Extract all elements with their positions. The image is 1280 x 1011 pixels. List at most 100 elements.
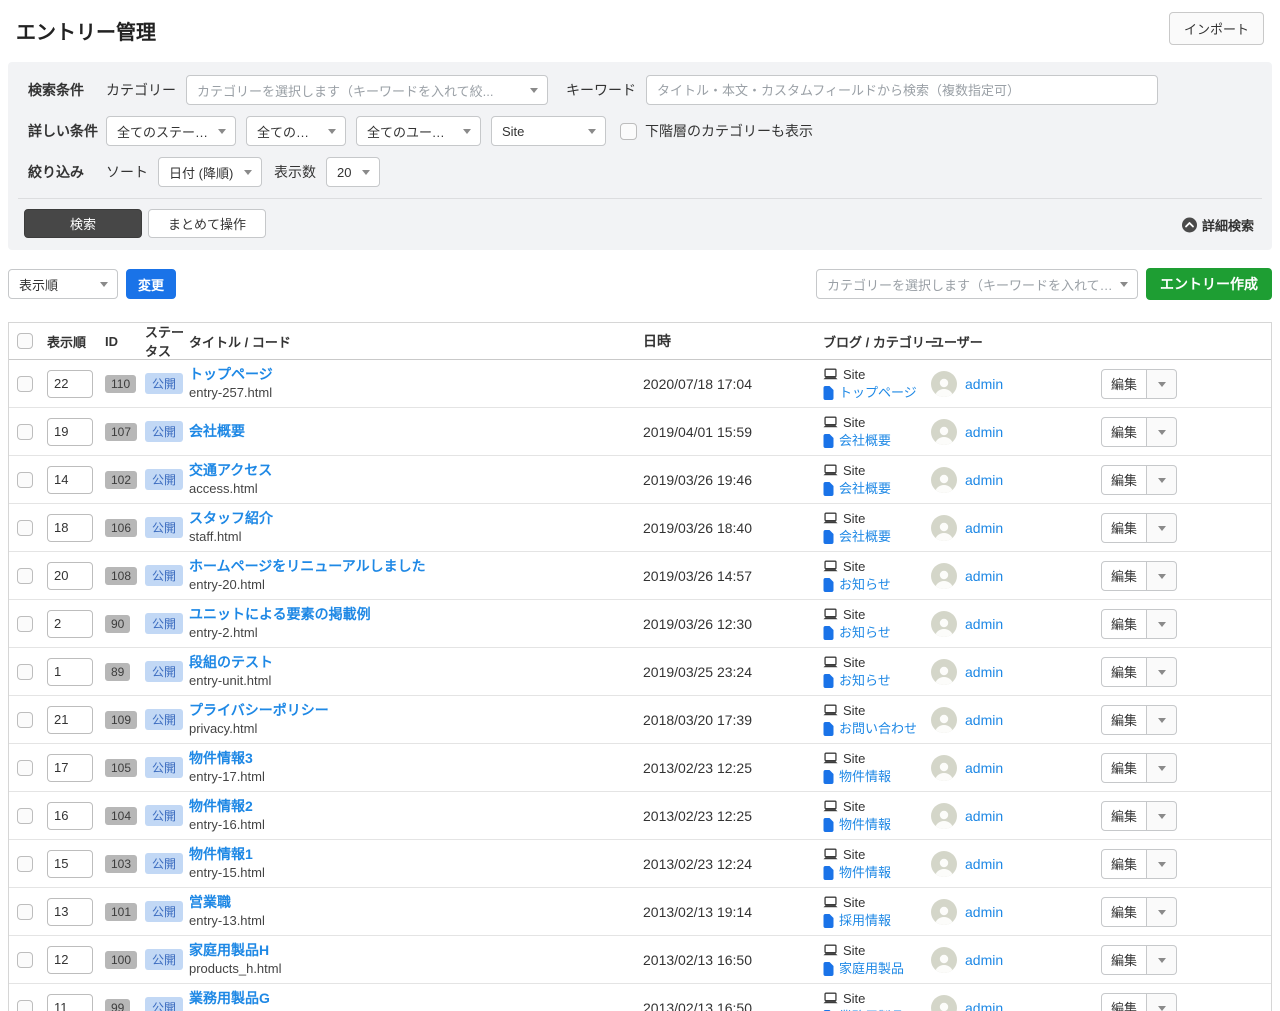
edit-button[interactable]: 編集 [1101,945,1147,975]
edit-dropdown-button[interactable] [1147,993,1177,1011]
row-order-input[interactable] [47,754,93,782]
edit-button[interactable]: 編集 [1101,465,1147,495]
blog-name-link[interactable]: Site [843,511,865,527]
user-link[interactable]: admin [965,712,1003,728]
category-link[interactable]: お知らせ [839,577,891,593]
edit-button[interactable]: 編集 [1101,609,1147,639]
edit-button[interactable]: 編集 [1101,513,1147,543]
edit-dropdown-button[interactable] [1147,465,1177,495]
edit-button[interactable]: 編集 [1101,753,1147,783]
edit-button[interactable]: 編集 [1101,369,1147,399]
row-checkbox[interactable] [17,376,33,392]
row-order-input[interactable] [47,706,93,734]
entry-title-link[interactable]: ユニットによる要素の掲載例 [189,606,635,623]
row-order-input[interactable] [47,898,93,926]
entry-title-link[interactable]: ホームページをリニューアルしました [189,558,635,575]
search-button[interactable]: 検索 [24,209,142,238]
row-order-input[interactable] [47,994,93,1011]
row-checkbox[interactable] [17,952,33,968]
edit-dropdown-button[interactable] [1147,801,1177,831]
advanced-search-toggle[interactable]: 詳細検索 [1182,215,1254,234]
blog-name-link[interactable]: Site [843,991,865,1007]
row-checkbox[interactable] [17,856,33,872]
user-link[interactable]: admin [965,568,1003,584]
edit-dropdown-button[interactable] [1147,561,1177,591]
category-link[interactable]: 会社概要 [839,433,891,449]
row-checkbox[interactable] [17,904,33,920]
toolbar-category-select[interactable]: カテゴリーを選択します（キーワードを入れて絞り込... [816,269,1138,299]
edit-button[interactable]: 編集 [1101,849,1147,879]
entry-title-link[interactable]: スタッフ紹介 [189,510,635,527]
row-checkbox[interactable] [17,520,33,536]
row-checkbox[interactable] [17,568,33,584]
category-link[interactable]: お知らせ [839,673,891,689]
row-checkbox[interactable] [17,472,33,488]
category-select[interactable]: カテゴリーを選択します（キーワードを入れて絞... [186,75,548,105]
entry-title-link[interactable]: 物件情報3 [189,750,635,767]
subcategory-checkbox[interactable] [620,123,637,140]
row-order-input[interactable] [47,514,93,542]
blog-name-link[interactable]: Site [843,895,865,911]
category-link[interactable]: 家庭用製品 [839,961,904,977]
user-link[interactable]: admin [965,424,1003,440]
user-link[interactable]: admin [965,376,1003,392]
edit-dropdown-button[interactable] [1147,945,1177,975]
row-order-input[interactable] [47,946,93,974]
entry-title-link[interactable]: 家庭用製品H [189,942,635,959]
row-order-input[interactable] [47,802,93,830]
row-checkbox[interactable] [17,760,33,776]
user-link[interactable]: admin [965,856,1003,872]
row-checkbox[interactable] [17,712,33,728]
edit-button[interactable]: 編集 [1101,801,1147,831]
edit-button[interactable]: 編集 [1101,417,1147,447]
user-link[interactable]: admin [965,472,1003,488]
blog-name-link[interactable]: Site [843,463,865,479]
edit-button[interactable]: 編集 [1101,561,1147,591]
row-checkbox[interactable] [17,1000,33,1011]
blog-name-link[interactable]: Site [843,415,865,431]
category-link[interactable]: 会社概要 [839,529,891,545]
category-link[interactable]: 物件情報 [839,769,891,785]
row-order-input[interactable] [47,850,93,878]
category-link[interactable]: 会社概要 [839,481,891,497]
edit-dropdown-button[interactable] [1147,705,1177,735]
edit-button[interactable]: 編集 [1101,897,1147,927]
blog-name-link[interactable]: Site [843,703,865,719]
category-link[interactable]: トップページ [839,385,917,401]
blog-name-link[interactable]: Site [843,559,865,575]
edit-button[interactable]: 編集 [1101,705,1147,735]
change-button[interactable]: 変更 [126,269,176,299]
user-link[interactable]: admin [965,1000,1003,1011]
user-select[interactable]: 全てのユーザー [356,116,481,146]
row-order-input[interactable] [47,658,93,686]
create-entry-button[interactable]: エントリー作成 [1146,268,1272,300]
blog-name-link[interactable]: Site [843,847,865,863]
user-link[interactable]: admin [965,760,1003,776]
row-checkbox[interactable] [17,808,33,824]
blog-name-link[interactable]: Site [843,367,865,383]
edit-dropdown-button[interactable] [1147,753,1177,783]
keyword-input[interactable] [646,75,1158,105]
blog-select[interactable]: Site [491,116,606,146]
batch-operation-button[interactable]: まとめて操作 [148,209,266,238]
edit-dropdown-button[interactable] [1147,417,1177,447]
import-button[interactable]: インポート [1169,12,1264,45]
user-link[interactable]: admin [965,808,1003,824]
category-link[interactable]: 物件情報 [839,817,891,833]
select-all-checkbox[interactable] [17,333,33,349]
row-order-input[interactable] [47,466,93,494]
row-order-input[interactable] [47,562,93,590]
category-link[interactable]: お問い合わせ [839,721,917,737]
blog-name-link[interactable]: Site [843,607,865,623]
edit-dropdown-button[interactable] [1147,657,1177,687]
entry-title-link[interactable]: 業務用製品G [189,990,635,1007]
blog-name-link[interactable]: Site [843,943,865,959]
category-link[interactable]: 採用情報 [839,913,891,929]
edit-dropdown-button[interactable] [1147,849,1177,879]
user-link[interactable]: admin [965,616,1003,632]
blog-name-link[interactable]: Site [843,799,865,815]
edit-dropdown-button[interactable] [1147,369,1177,399]
edit-dropdown-button[interactable] [1147,609,1177,639]
user-link[interactable]: admin [965,664,1003,680]
entry-title-link[interactable]: トップページ [189,366,635,383]
